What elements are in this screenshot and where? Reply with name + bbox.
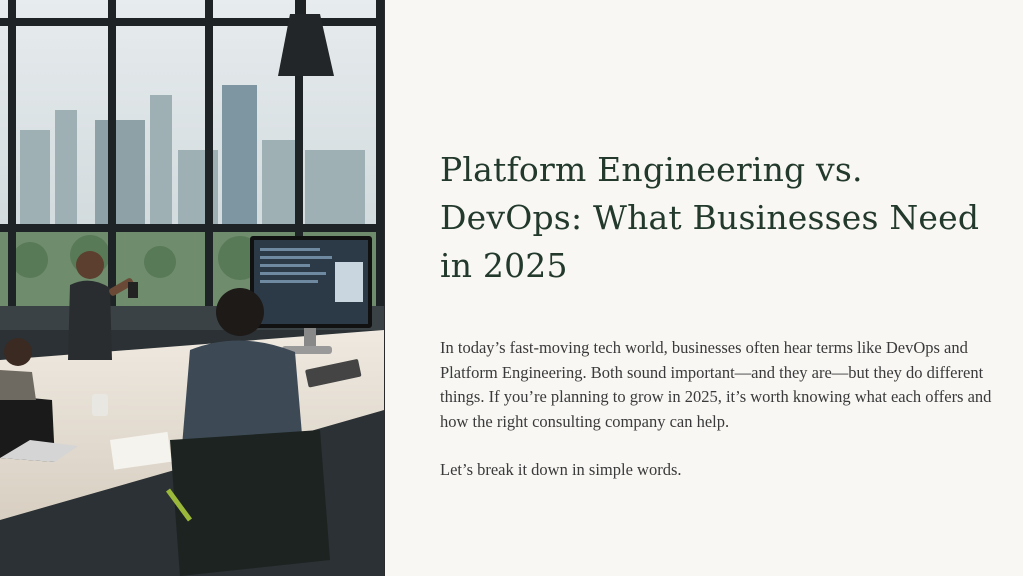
intro-paragraph: In today’s fast-moving tech world, busin… <box>440 338 992 431</box>
content-panel: Platform Engineering vs. DevOps: What Bu… <box>384 0 1023 576</box>
closing-paragraph: Let’s break it down in simple words. <box>440 460 682 479</box>
office-photo <box>0 0 384 576</box>
slide-title: Platform Engineering vs. DevOps: What Bu… <box>440 150 980 285</box>
slide: Platform Engineering vs. DevOps: What Bu… <box>0 0 1023 576</box>
